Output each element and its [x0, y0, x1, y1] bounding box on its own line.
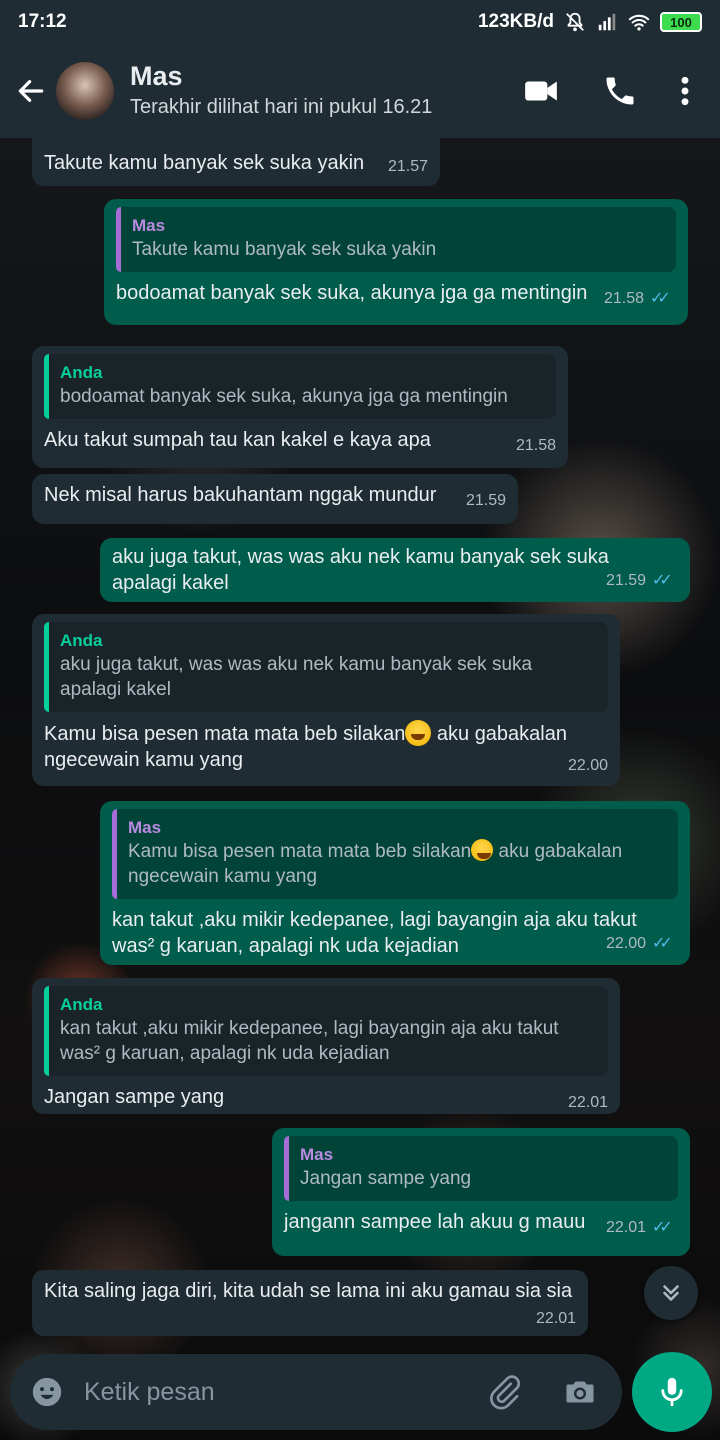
message-meta: 22.01 ✓✓: [606, 1215, 678, 1241]
double-check-icon: ✓✓: [652, 572, 673, 589]
status-time: 17:12: [18, 11, 67, 32]
quoted-sender: Anda: [60, 363, 103, 382]
voice-call-icon[interactable]: [602, 73, 638, 109]
signal-icon: [598, 13, 616, 31]
battery-icon: 100: [660, 12, 702, 32]
more-options-icon[interactable]: [680, 75, 690, 107]
header-actions: [522, 72, 690, 110]
quoted-message[interactable]: Anda bodoamat banyak sek suka, akunya jg…: [44, 354, 556, 419]
message-meta: 21.58: [516, 433, 556, 459]
contact-info[interactable]: Mas Terakhir dilihat hari ini pukul 16.2…: [130, 60, 522, 122]
message-meta: 22.01: [568, 1090, 608, 1116]
quoted-message[interactable]: Mas Jangan sampe yang: [284, 1136, 678, 1201]
message-text: Kita saling jaga diri, kita udah se lama…: [44, 1280, 573, 1302]
back-arrow-icon: [18, 80, 44, 102]
message-outgoing[interactable]: aku juga takut, was was aku nek kamu ban…: [100, 538, 690, 602]
message-outgoing[interactable]: Mas Jangan sampe yang jangann sampee lah…: [272, 1128, 690, 1256]
message-input[interactable]: [84, 1377, 486, 1407]
message-time: 21.59: [465, 492, 506, 509]
message-text: Aku takut sumpah tau kan kakel e kaya ap…: [44, 429, 431, 451]
message-text: Jangan sampe yang: [44, 1086, 225, 1108]
quoted-message[interactable]: Mas Takute kamu banyak sek suka yakin: [116, 207, 676, 272]
message-text: Takute kamu banyak sek suka yakin: [44, 152, 365, 174]
message-text-part: Kamu bisa pesen mata mata beb silakan: [44, 723, 406, 745]
last-seen-status: Terakhir dilihat hari ini pukul 16.21: [130, 96, 433, 118]
laughing-emoji-icon: [471, 839, 494, 861]
quoted-text: bodoamat banyak sek suka, akunya jga ga …: [60, 386, 508, 407]
quoted-sender: Anda: [60, 631, 103, 650]
quoted-text: Kamu bisa pesen mata mata beb silakan ak…: [128, 839, 666, 889]
status-bar: 17:12 123KB/d 100: [0, 0, 720, 44]
message-incoming[interactable]: Kita saling jaga diri, kita udah se lama…: [32, 1270, 588, 1336]
message-incoming[interactable]: Takute kamu banyak sek suka yakin 21.57: [32, 138, 440, 186]
message-time: 22.00: [567, 757, 608, 774]
voice-message-button[interactable]: [632, 1352, 712, 1432]
message-time: 21.58: [603, 290, 644, 307]
chat-header: Mas Terakhir dilihat hari ini pukul 16.2…: [0, 44, 720, 138]
avatar[interactable]: [56, 62, 114, 120]
message-list[interactable]: Takute kamu banyak sek suka yakin 21.57 …: [0, 138, 720, 1352]
message-outgoing[interactable]: Mas Takute kamu banyak sek suka yakin bo…: [104, 199, 688, 325]
quoted-text: aku juga takut, was was aku nek kamu ban…: [60, 654, 533, 700]
mute-icon: [566, 12, 584, 32]
message-meta: 21.58 ✓✓: [604, 286, 676, 312]
quoted-sender: Mas: [300, 1145, 334, 1164]
message-text: aku juga takut, was was aku nek kamu ban…: [112, 546, 609, 594]
message-time: 22.00: [605, 935, 646, 952]
quoted-text: Jangan sampe yang: [300, 1168, 472, 1189]
message-text: Nek misal harus bakuhantam nggak mundur: [44, 484, 437, 506]
double-check-icon: ✓✓: [650, 290, 671, 307]
scroll-to-bottom-button[interactable]: [644, 1266, 698, 1320]
double-check-icon: ✓✓: [652, 935, 673, 952]
quoted-sender: Mas: [128, 818, 162, 837]
emoji-icon[interactable]: [30, 1375, 64, 1409]
message-text: bodoamat banyak sek suka, akunya jga ga …: [116, 282, 588, 304]
message-incoming[interactable]: Anda kan takut ,aku mikir kedepanee, lag…: [32, 978, 620, 1114]
composer-actions: [486, 1374, 598, 1410]
message-time: 21.59: [605, 572, 646, 589]
message-time: 22.01: [605, 1219, 646, 1236]
quoted-text: kan takut ,aku mikir kedepanee, lagi bay…: [60, 1018, 559, 1064]
message-meta: 22.00: [568, 753, 608, 779]
quoted-message[interactable]: Mas Kamu bisa pesen mata mata beb silaka…: [112, 809, 678, 899]
mic-icon: [661, 1377, 683, 1407]
message-text: kan takut ,aku mikir kedepanee, lagi bay…: [112, 909, 637, 957]
message-meta: 21.59: [466, 488, 506, 514]
contact-name: Mas: [130, 61, 183, 91]
double-check-icon: ✓✓: [652, 1219, 673, 1236]
quoted-text: Takute kamu banyak sek suka yakin: [132, 239, 437, 260]
quoted-message[interactable]: Anda kan takut ,aku mikir kedepanee, lag…: [44, 986, 608, 1076]
video-call-icon[interactable]: [522, 72, 560, 110]
attach-icon[interactable]: [486, 1374, 522, 1410]
message-text: jangann sampee lah akuu g mauu: [284, 1211, 586, 1233]
message-outgoing[interactable]: Mas Kamu bisa pesen mata mata beb silaka…: [100, 801, 690, 965]
message-meta: 22.00 ✓✓: [606, 931, 678, 957]
quoted-sender: Mas: [132, 216, 166, 235]
message-composer: [10, 1354, 622, 1430]
message-time: 22.01: [567, 1094, 608, 1111]
message-meta: 22.01: [536, 1306, 576, 1332]
chevron-double-down-icon: [663, 1285, 679, 1301]
message-incoming[interactable]: Nek misal harus bakuhantam nggak mundur …: [32, 474, 518, 524]
camera-icon[interactable]: [562, 1374, 598, 1410]
back-button[interactable]: [6, 61, 56, 121]
quoted-sender: Anda: [60, 995, 103, 1014]
message-time: 22.01: [535, 1310, 576, 1327]
message-meta: 21.57: [388, 154, 428, 180]
message-text: Kamu bisa pesen mata mata beb silakan ak…: [44, 720, 567, 771]
message-incoming[interactable]: Anda aku juga takut, was was aku nek kam…: [32, 614, 620, 786]
status-icons: 123KB/d 100: [478, 11, 702, 33]
message-incoming[interactable]: Anda bodoamat banyak sek suka, akunya jg…: [32, 346, 568, 468]
message-time: 21.58: [515, 437, 556, 454]
laughing-emoji-icon: [405, 720, 432, 746]
message-meta: 21.59 ✓✓: [606, 568, 678, 594]
quoted-message[interactable]: Anda aku juga takut, was was aku nek kam…: [44, 622, 608, 712]
network-speed: 123KB/d: [477, 11, 554, 32]
wifi-icon: [628, 14, 650, 31]
quoted-text-part: Kamu bisa pesen mata mata beb silakan: [128, 841, 472, 862]
message-time: 21.57: [387, 158, 428, 175]
